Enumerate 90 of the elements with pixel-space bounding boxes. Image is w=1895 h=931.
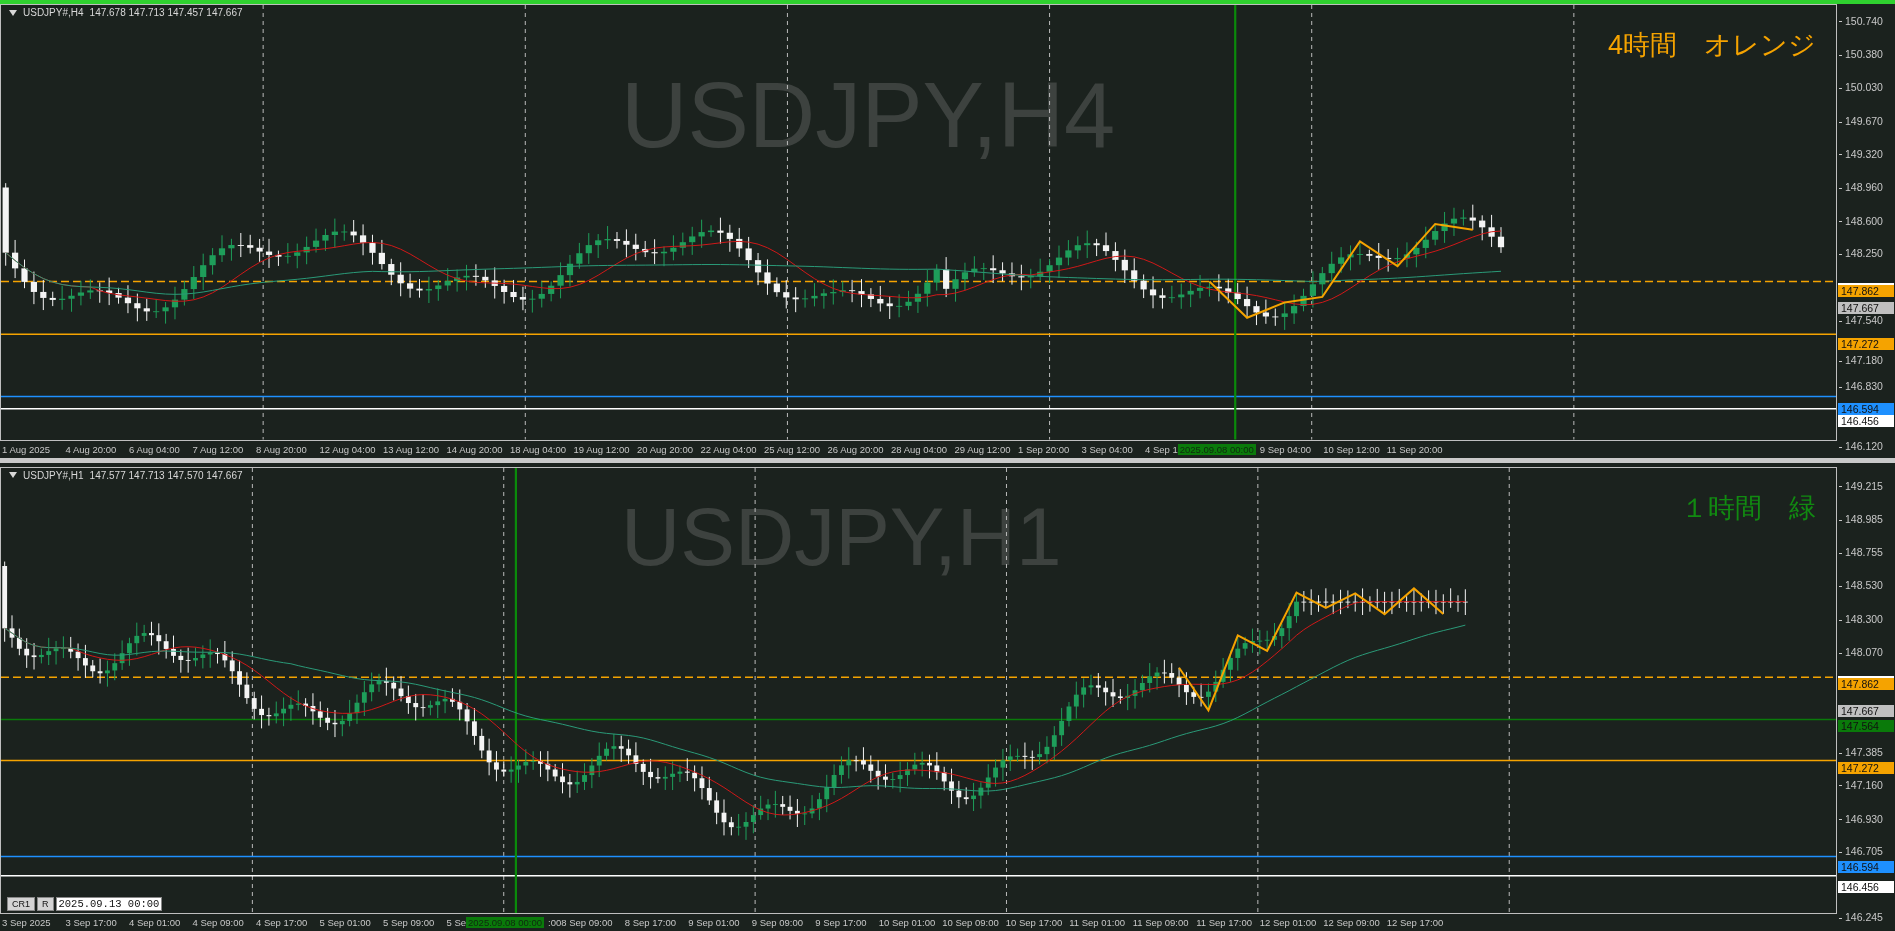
time-label: 18 Aug 04:00 bbox=[510, 443, 567, 455]
time-label: 8 Sep 09:00 bbox=[561, 917, 614, 928]
time-label: 29 Aug 12:00 bbox=[954, 443, 1012, 455]
time-label: 14 Aug 20:00 bbox=[446, 443, 504, 455]
price-marker: 147.667 bbox=[1838, 704, 1894, 717]
time-label: 4 Sep 17:00 bbox=[256, 917, 309, 928]
time-label: 8 Sep 17:00 bbox=[624, 917, 677, 928]
price-marker: 146.456 bbox=[1838, 415, 1894, 428]
price-tick: 148.755 bbox=[1839, 546, 1883, 559]
time-label: 9 Sep 17:00 bbox=[815, 917, 868, 928]
price-tick: 149.670 bbox=[1839, 115, 1883, 127]
ohlc-values: 147.678 147.713 147.457 147.667 bbox=[89, 7, 243, 18]
time-label: 7 Aug 12:00 bbox=[192, 443, 245, 455]
chart-note: 4時間 オレンジ bbox=[1607, 29, 1816, 62]
price-tick: 148.250 bbox=[1839, 247, 1883, 260]
time-label: 4 Aug 20:00 bbox=[65, 443, 118, 455]
time-label: 1 Aug 2025 bbox=[2, 443, 52, 455]
price-tick: 148.530 bbox=[1839, 579, 1883, 592]
time-label: 6 Aug 04:00 bbox=[129, 443, 181, 455]
price-tick: 147.180 bbox=[1839, 354, 1883, 366]
time-label: 26 Aug 20:00 bbox=[827, 443, 885, 455]
price-tick: 146.120 bbox=[1839, 440, 1883, 453]
price-marker: 146.456 bbox=[1838, 881, 1894, 894]
time-marker: 2025.09.08 00:00 bbox=[466, 917, 544, 928]
price-tick: 150.740 bbox=[1839, 14, 1883, 27]
price-marker: 146.594 bbox=[1838, 402, 1894, 415]
price-tick: 148.600 bbox=[1839, 214, 1883, 227]
chart-symbol: USDJPY#,H4 bbox=[23, 7, 84, 18]
price-tick: 147.385 bbox=[1839, 746, 1883, 759]
time-label: 11 Sep 09:00 bbox=[1132, 917, 1190, 928]
time-label: 10 Sep 09:00 bbox=[942, 917, 1000, 928]
time-label: 5 Sep 09:00 bbox=[383, 917, 436, 928]
time-label: 10 Sep 17:00 bbox=[1005, 917, 1064, 928]
time-label: 9 Sep 09:00 bbox=[751, 917, 804, 928]
time-label: 12 Sep 09:00 bbox=[1323, 917, 1381, 928]
price-marker: 147.272 bbox=[1838, 762, 1894, 775]
price-tick: 149.215 bbox=[1839, 479, 1883, 492]
time-label: 8 Aug 20:00 bbox=[256, 443, 308, 455]
time-label: 12 Aug 04:00 bbox=[319, 443, 377, 455]
chart-note: １時間 緑 bbox=[1681, 491, 1816, 525]
time-label: 1 Sep 20:00 bbox=[1018, 443, 1071, 455]
time-label: 11 Sep 20:00 bbox=[1386, 443, 1444, 455]
time-label: :00 bbox=[548, 917, 562, 928]
date-field[interactable]: 2025.09.13 00:00 bbox=[55, 897, 162, 911]
ohlc-values: 147.577 147.713 147.570 147.667 bbox=[89, 469, 243, 481]
price-tick: 150.030 bbox=[1839, 81, 1883, 93]
price-marker: 146.594 bbox=[1838, 861, 1894, 874]
price-marker: 147.564 bbox=[1838, 720, 1894, 733]
chart-symbol: USDJPY#,H1 bbox=[23, 469, 84, 481]
time-label: 20 Aug 20:00 bbox=[637, 443, 694, 455]
price-tick: 147.160 bbox=[1839, 778, 1883, 791]
time-label: 4 Sep 01:00 bbox=[129, 917, 182, 928]
price-tick: 148.985 bbox=[1839, 513, 1883, 525]
time-label: 13 Aug 12:00 bbox=[383, 443, 440, 455]
price-tick: 148.960 bbox=[1839, 181, 1883, 194]
price-tick: 148.300 bbox=[1839, 612, 1883, 625]
time-label: 28 Aug 04:00 bbox=[891, 443, 948, 455]
price-marker: 147.272 bbox=[1838, 338, 1894, 351]
time-label: 3 Sep 2025 bbox=[2, 917, 52, 928]
time-label: 5 Sep 01:00 bbox=[319, 917, 372, 928]
time-label: 4 Sep 09:00 bbox=[192, 917, 245, 928]
time-label: 3 Sep 17:00 bbox=[65, 917, 118, 928]
time-label: 25 Aug 12:00 bbox=[764, 443, 821, 455]
time-label: 22 Aug 04:00 bbox=[700, 443, 758, 455]
price-marker: 147.862 bbox=[1838, 675, 1894, 690]
time-label: 10 Sep 12:00 bbox=[1323, 443, 1381, 455]
time-label: 12 Sep 01:00 bbox=[1259, 917, 1318, 928]
time-label: 11 Sep 01:00 bbox=[1069, 917, 1127, 928]
time-label: 19 Aug 12:00 bbox=[573, 443, 631, 455]
time-label: 9 Sep 01:00 bbox=[688, 917, 741, 928]
time-label: 4 Sep 1 bbox=[1145, 443, 1178, 455]
price-tick: 146.930 bbox=[1839, 812, 1883, 825]
price-tick: 146.245 bbox=[1839, 911, 1883, 924]
price-tick: 149.320 bbox=[1839, 147, 1883, 160]
price-tick: 148.070 bbox=[1839, 646, 1883, 659]
price-marker: 147.667 bbox=[1838, 301, 1894, 314]
time-label: 5 Se bbox=[446, 917, 467, 928]
price-tick: 146.830 bbox=[1839, 380, 1883, 393]
time-label: 12 Sep 17:00 bbox=[1386, 917, 1445, 928]
time-marker: 2025.09.08 00:00 bbox=[1177, 443, 1256, 455]
price-tick: 150.380 bbox=[1839, 48, 1883, 61]
toolbar-button[interactable]: CR1 bbox=[7, 897, 35, 911]
time-label: 3 Sep 04:00 bbox=[1081, 443, 1134, 455]
time-label: 11 Sep 17:00 bbox=[1196, 917, 1254, 928]
toolbar-button[interactable]: R bbox=[37, 897, 54, 911]
price-marker: 147.862 bbox=[1838, 282, 1894, 297]
price-tick: 147.540 bbox=[1839, 314, 1883, 327]
time-label: 10 Sep 01:00 bbox=[878, 917, 937, 928]
price-tick: 146.705 bbox=[1839, 845, 1883, 858]
time-label: 9 Sep 04:00 bbox=[1259, 443, 1312, 455]
